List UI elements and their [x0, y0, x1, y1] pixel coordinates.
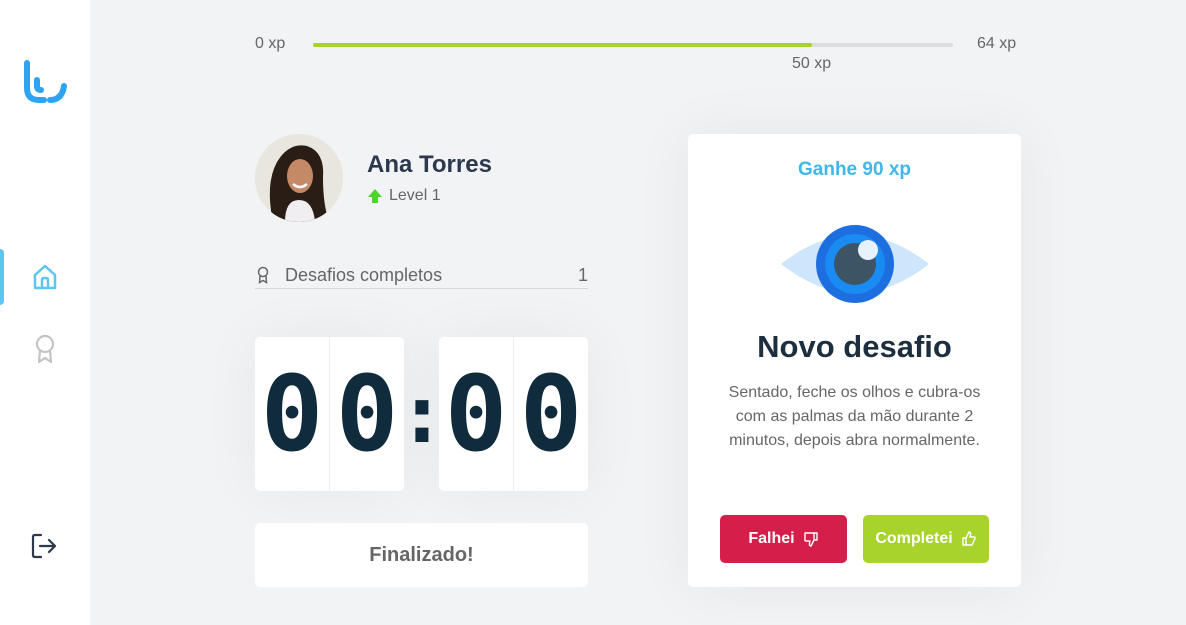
- challenge-card: Ganhe 90 xp Novo desafio Sentado, feche …: [688, 134, 1021, 587]
- timer-minutes: 0 0: [255, 337, 404, 491]
- timer-separator: :: [397, 367, 447, 461]
- challenge-description: Sentado, feche os olhos e cubra-os com a…: [728, 384, 981, 449]
- xp-min-label: 0 xp: [255, 35, 286, 52]
- challenge-title: Novo desafio: [757, 329, 952, 364]
- completed-challenges-count: 1: [577, 264, 588, 285]
- sidebar-item-home[interactable]: [0, 249, 90, 305]
- home-icon: [33, 264, 57, 290]
- xp-progress-bar: [313, 43, 953, 47]
- award-icon: [257, 266, 269, 284]
- completed-challenges-label: Desafios completos: [285, 264, 443, 285]
- completed-button[interactable]: Completei: [863, 515, 989, 563]
- level-up-arrow-icon: [368, 189, 382, 203]
- xp-progress-fill: [313, 43, 813, 47]
- profile-name: Ana Torres: [367, 151, 492, 178]
- timer-seconds: 0 0: [439, 337, 588, 491]
- thumbs-down-icon: [803, 532, 818, 547]
- logo-icon: [24, 60, 67, 103]
- timer-minutes-ones: 0: [335, 353, 399, 475]
- challenge-xp-reward: Ganhe 90 xp: [798, 159, 911, 180]
- timer-minutes-tens: 0: [255, 337, 330, 491]
- failed-button-label: Falhei: [748, 530, 795, 547]
- award-icon: [35, 334, 55, 364]
- avatar-image: [255, 134, 343, 222]
- xp-max-label: 64 xp: [977, 35, 1017, 52]
- timer-seconds-tens: 0: [439, 337, 514, 491]
- sidebar-item-awards[interactable]: [0, 321, 90, 377]
- finished-button[interactable]: Finalizado!: [255, 523, 588, 587]
- completed-button-label: Completei: [875, 530, 953, 547]
- avatar: [255, 134, 343, 222]
- failed-button[interactable]: Falhei: [720, 515, 847, 563]
- sidebar: [0, 0, 90, 625]
- xp-current-label: 50 xp: [792, 55, 832, 72]
- eye-icon: [781, 225, 929, 303]
- level-label: Level 1: [389, 187, 441, 204]
- timer-seconds-ones: 0: [519, 353, 583, 475]
- logout-icon[interactable]: [28, 530, 60, 562]
- completed-challenges-row: Desafios completos 1: [255, 262, 588, 289]
- profile-level: Level 1: [367, 187, 441, 205]
- thumbs-up-icon: [961, 531, 976, 546]
